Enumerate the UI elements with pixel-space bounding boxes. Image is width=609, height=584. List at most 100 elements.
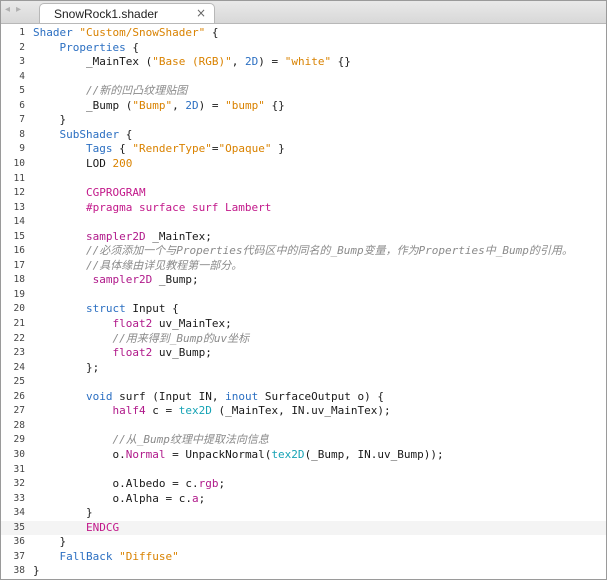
- code-token: o.: [33, 447, 126, 461]
- code-token: Normal: [125, 447, 166, 461]
- code-line[interactable]: 8 SubShader {: [1, 128, 606, 143]
- code-line[interactable]: 10 LOD 200: [1, 157, 606, 172]
- code-token: }: [33, 564, 40, 578]
- code-line[interactable]: 12 CGPROGRAM: [1, 186, 606, 201]
- code-text: Properties {: [33, 40, 139, 56]
- code-line[interactable]: 27 half4 c = tex2D (_MainTex, IN.uv_Main…: [1, 404, 606, 419]
- code-text: ENDCG: [33, 521, 119, 536]
- code-token: //具体缘由详见教程第一部分。: [33, 258, 243, 272]
- line-number: 14: [13, 216, 25, 228]
- code-line[interactable]: 3 _MainTex ("Base (RGB)", 2D) = "white" …: [1, 55, 606, 70]
- code-line[interactable]: 5 //新的凹凸纹理贴图: [1, 84, 606, 99]
- code-line[interactable]: 22 //用来得到_Bump的uv坐标: [1, 332, 606, 347]
- code-text: //必须添加一个与Properties代码区中的同名的_Bump变量，作为Pro…: [33, 244, 573, 259]
- line-number: 15: [13, 230, 25, 242]
- code-token: ,: [172, 98, 186, 112]
- code-line[interactable]: 33 o.Alpha = c.a;: [1, 492, 606, 507]
- code-line[interactable]: 18 sampler2D _Bump;: [1, 273, 606, 288]
- code-text: SubShader {: [33, 128, 132, 143]
- code-line[interactable]: 34 }: [1, 506, 606, 521]
- tab-title: SnowRock1.shader: [54, 7, 159, 21]
- line-number: 22: [13, 332, 25, 344]
- code-line[interactable]: 20 struct Input {: [1, 302, 606, 317]
- line-number: 19: [13, 288, 25, 300]
- code-line[interactable]: 25: [1, 375, 606, 390]
- tab-snowrock1-shader[interactable]: SnowRock1.shader ×: [39, 3, 215, 23]
- code-text: //新的凹凸纹理贴图: [33, 84, 187, 99]
- editor-window: ◂▸ SnowRock1.shader × 1 Shader "Custom/Sn…: [0, 0, 607, 580]
- code-line[interactable]: 36 }: [1, 535, 606, 550]
- code-line[interactable]: 17 //具体缘由详见教程第一部分。: [1, 259, 606, 274]
- code-text: //具体缘由详见教程第一部分。: [33, 259, 242, 274]
- code-line[interactable]: 2 Properties {: [1, 41, 606, 56]
- nav-forward-icon[interactable]: ▸: [16, 4, 27, 15]
- code-token: //从_Bump纹理中提取法向信息: [33, 433, 269, 447]
- code-text: void surf (Input IN, inout SurfaceOutput…: [33, 390, 384, 405]
- code-token: "Diffuse": [119, 549, 179, 563]
- code-line[interactable]: 16 //必须添加一个与Properties代码区中的同名的_Bump变量，作为…: [1, 244, 606, 259]
- line-number: 28: [13, 419, 25, 431]
- line-number: 37: [13, 550, 25, 562]
- code-editor[interactable]: 1 Shader "Custom/SnowShader" {2 Propertie…: [1, 24, 606, 579]
- code-line[interactable]: 4: [1, 70, 606, 85]
- code-line[interactable]: 13 #pragma surface surf Lambert: [1, 201, 606, 216]
- code-line[interactable]: 23 float2 uv_Bump;: [1, 346, 606, 361]
- code-token: "bump": [225, 98, 265, 112]
- code-line[interactable]: 35 ENDCG: [1, 520, 606, 536]
- code-line[interactable]: 21 float2 uv_MainTex;: [1, 317, 606, 332]
- code-line[interactable]: 15 sampler2D _MainTex;: [1, 230, 606, 245]
- code-line[interactable]: 6 _Bump ("Bump", 2D) = "bump" {}: [1, 99, 606, 114]
- code-token: surf (Input IN,: [112, 389, 226, 403]
- code-line[interactable]: 38}: [1, 564, 606, 579]
- code-text: Tags { "RenderType"="Opaque" }: [33, 142, 285, 157]
- nav-back-icon[interactable]: ◂: [5, 4, 16, 15]
- code-line[interactable]: 31: [1, 463, 606, 478]
- code-token: _Bump (: [33, 98, 133, 112]
- code-token: ENDCG: [33, 520, 120, 534]
- code-token: o.Albedo = c.: [33, 477, 199, 491]
- code-token: ;: [198, 491, 206, 505]
- line-number: 34: [13, 507, 25, 519]
- code-text: float2 uv_Bump;: [33, 346, 211, 361]
- code-line[interactable]: 30 o.Normal = UnpackNormal(tex2D(_Bump, …: [1, 448, 606, 463]
- line-number: 27: [13, 405, 25, 417]
- code-token: uv_MainTex;: [152, 317, 232, 330]
- code-token: SurfaceOutput o) {: [258, 389, 385, 403]
- code-line[interactable]: 19: [1, 288, 606, 303]
- code-text: _MainTex ("Base (RGB)", 2D) = "white" {}: [33, 55, 351, 70]
- code-line[interactable]: 9 Tags { "RenderType"="Opaque" }: [1, 142, 606, 157]
- code-text: };: [33, 361, 99, 376]
- code-line[interactable]: 26 void surf (Input IN, inout SurfaceOut…: [1, 390, 606, 405]
- code-text: Shader "Custom/SnowShader" {: [33, 26, 218, 41]
- close-icon[interactable]: ×: [196, 6, 206, 20]
- code-token: Shader: [33, 26, 80, 39]
- tab-nav-arrows[interactable]: ◂▸: [5, 4, 27, 15]
- code-line[interactable]: 29 //从_Bump纹理中提取法向信息: [1, 433, 606, 448]
- code-token: {: [125, 40, 139, 54]
- code-line[interactable]: 32 o.Albedo = c.rgb;: [1, 477, 606, 492]
- code-line[interactable]: 7 }: [1, 113, 606, 128]
- code-token: LOD: [33, 156, 113, 170]
- code-token: o.Alpha = c.: [33, 491, 192, 505]
- code-line[interactable]: 14: [1, 215, 606, 230]
- code-token: SubShader: [33, 127, 120, 141]
- code-token: {: [112, 142, 133, 156]
- code-line[interactable]: 28: [1, 419, 606, 434]
- code-line[interactable]: 1 Shader "Custom/SnowShader" {: [1, 26, 606, 41]
- code-token: tex2D: [271, 447, 305, 461]
- code-text: //从_Bump纹理中提取法向信息: [33, 433, 269, 448]
- code-line[interactable]: 37 FallBack "Diffuse": [1, 550, 606, 565]
- code-line[interactable]: 24 };: [1, 361, 606, 376]
- code-token: Properties: [33, 40, 126, 54]
- line-number: 32: [13, 478, 25, 490]
- code-token: {: [205, 26, 219, 39]
- code-text: o.Alpha = c.a;: [33, 492, 205, 507]
- code-text: //用来得到_Bump的uv坐标: [33, 332, 249, 347]
- code-token: ,: [231, 55, 245, 69]
- code-token: }: [33, 113, 67, 127]
- code-token: half4: [33, 404, 146, 418]
- line-number: 23: [13, 347, 25, 359]
- code-line[interactable]: 11: [1, 172, 606, 187]
- code-text: o.Normal = UnpackNormal(tex2D(_Bump, IN.…: [33, 447, 443, 463]
- code-text: o.Albedo = c.rgb;: [33, 477, 225, 492]
